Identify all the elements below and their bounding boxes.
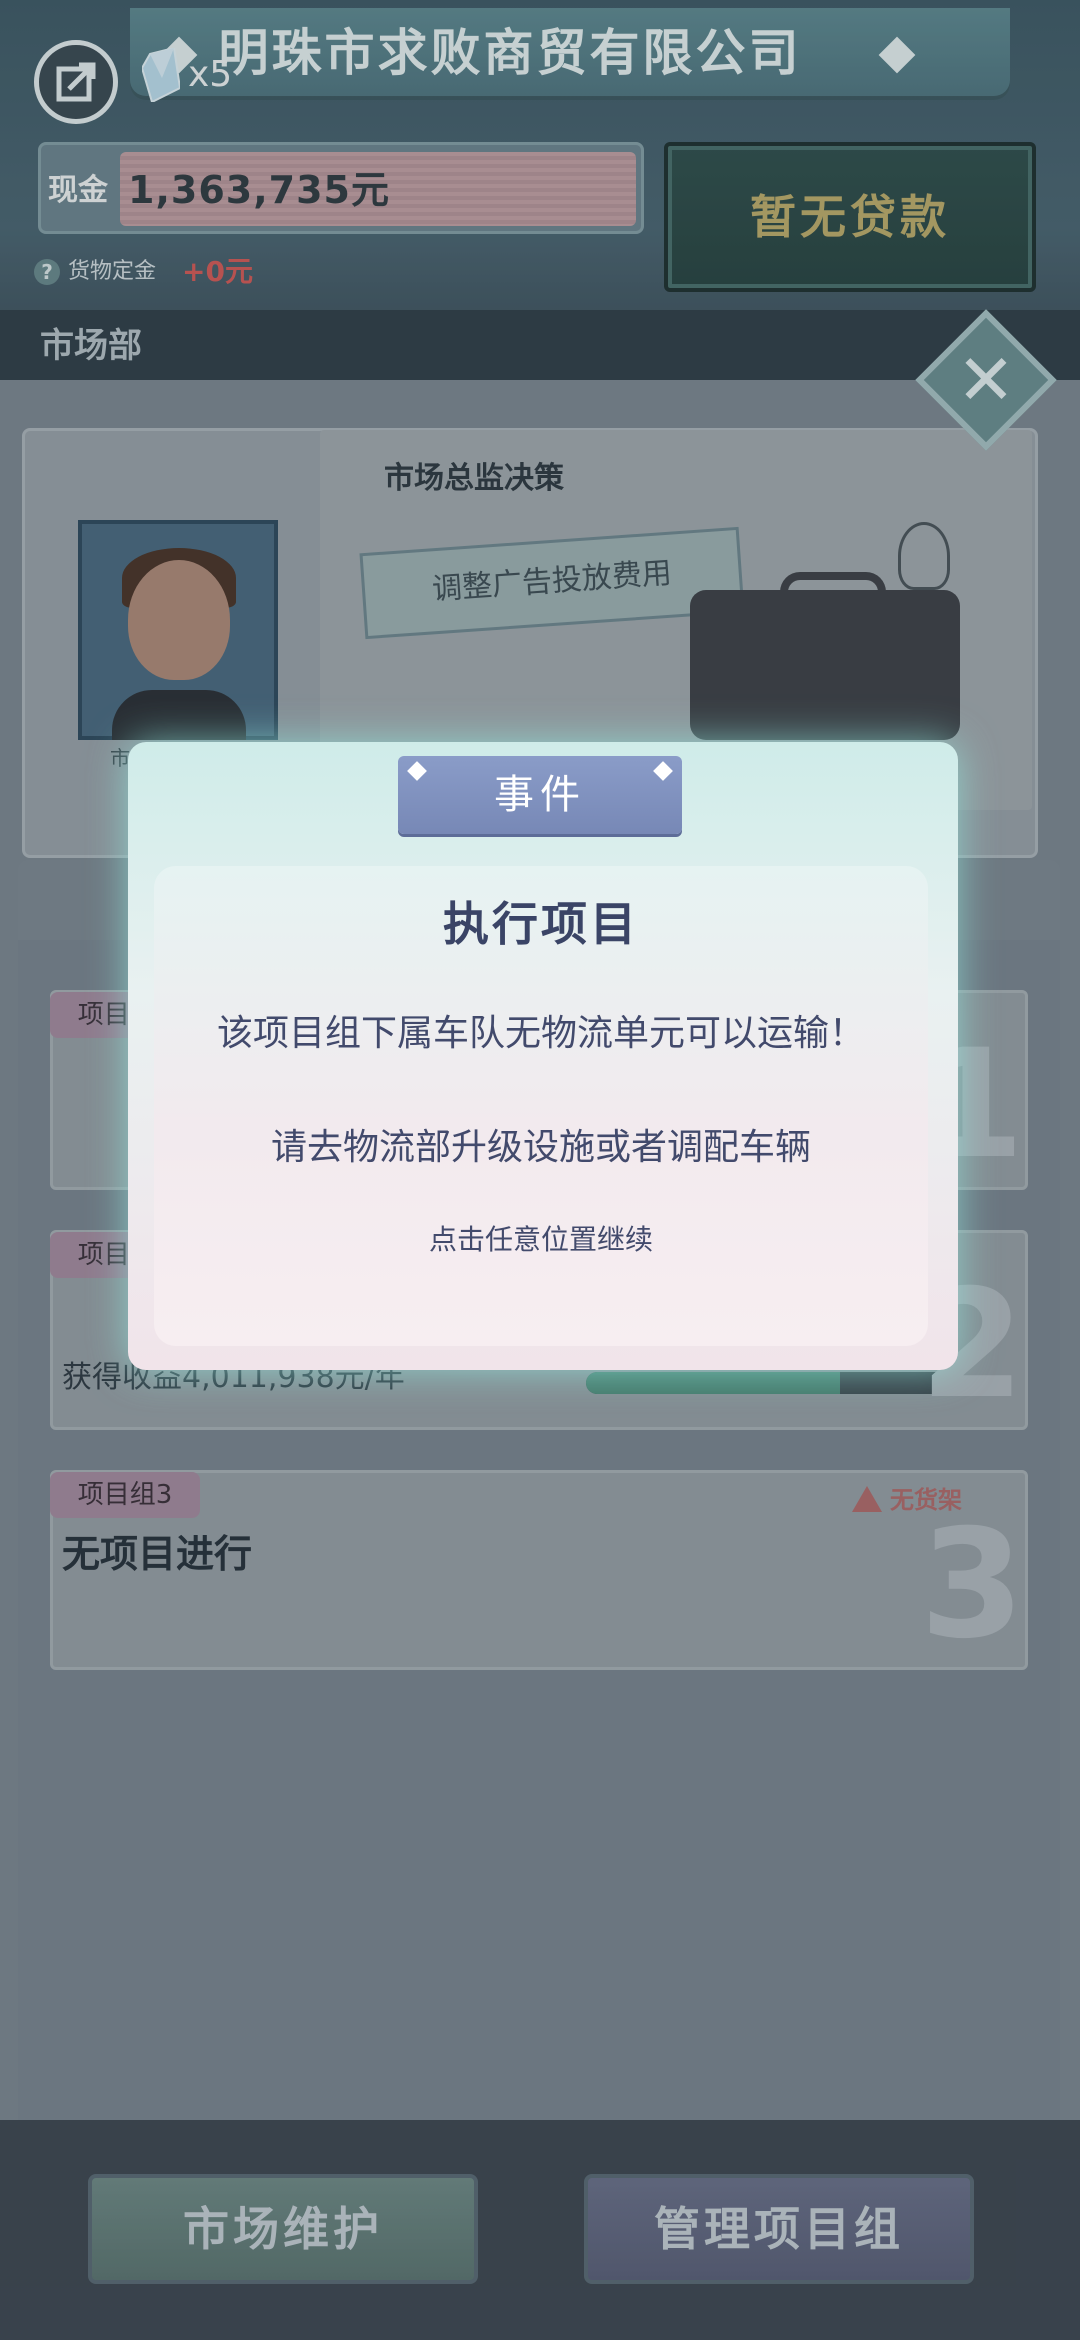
event-message: 该项目组下属车队无物流单元可以运输！ — [216, 1013, 865, 1054]
event-message: 请去物流部升级设施或者调配车辆 — [270, 1127, 811, 1168]
event-title: 执行项目 — [443, 897, 639, 951]
event-tab-label: 事件 — [494, 772, 586, 818]
continue-hint: 点击任意位置继续 — [428, 1223, 653, 1256]
